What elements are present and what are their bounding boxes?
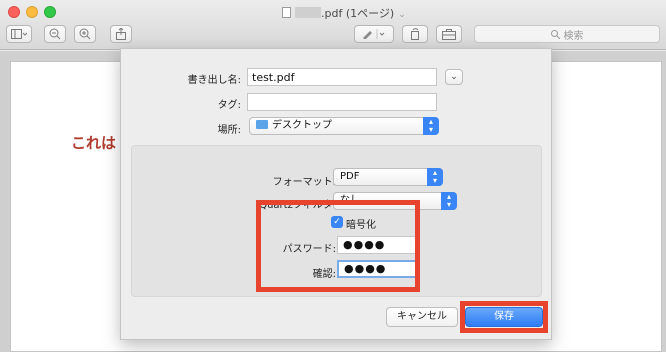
format-value: PDF xyxy=(340,171,360,182)
zoom-out-button[interactable] xyxy=(44,25,66,43)
tags-label: タグ: xyxy=(217,100,241,111)
redacted-filename xyxy=(295,7,321,18)
rotate-icon xyxy=(411,28,419,40)
search-field[interactable]: 検索 xyxy=(474,25,660,43)
zoom-window-button[interactable] xyxy=(44,6,56,18)
where-label: 場所: xyxy=(217,125,241,136)
window-title: .pdf (1ページ) ⌄ xyxy=(282,5,406,21)
popup-arrows-icon: ▴ ▾ xyxy=(427,168,443,186)
toolbox-icon xyxy=(442,28,456,40)
search-placeholder: 検索 xyxy=(563,30,584,42)
format-popup[interactable]: PDF ▴ ▾ xyxy=(333,168,443,186)
search-icon xyxy=(550,29,560,39)
sidebar-icon xyxy=(11,29,27,39)
export-as-input[interactable]: test.pdf xyxy=(247,68,437,86)
popup-arrows-icon: ▴ ▾ xyxy=(423,117,439,135)
chevron-down-icon: ⌄ xyxy=(450,72,458,82)
markup-pen-button[interactable] xyxy=(354,25,394,43)
export-sheet: 書き出し名: test.pdf ⌄ タグ: 場所: デスクトップ ▴ ▾ フォーマ… xyxy=(120,48,552,340)
minimize-window-button[interactable] xyxy=(26,6,38,18)
toolbox-button[interactable] xyxy=(436,25,462,43)
encryption-highlight-box xyxy=(256,200,420,292)
zoom-in-icon xyxy=(79,28,91,40)
share-button[interactable] xyxy=(110,25,132,43)
close-window-button[interactable] xyxy=(8,6,20,18)
zoom-in-button[interactable] xyxy=(74,25,96,43)
save-highlight-box xyxy=(460,301,548,333)
window-title-text: .pdf (1ページ) xyxy=(321,7,395,20)
tags-input[interactable] xyxy=(247,93,437,111)
cancel-button[interactable]: キャンセル xyxy=(386,307,458,327)
export-as-label: 書き出し名: xyxy=(187,75,241,86)
chevron-down-icon[interactable]: ⌄ xyxy=(398,10,406,20)
folder-icon xyxy=(256,120,268,129)
sidebar-toggle-button[interactable] xyxy=(6,25,32,43)
where-value: デスクトップ xyxy=(272,120,332,131)
pdf-document-icon xyxy=(282,7,291,18)
where-popup[interactable]: デスクトップ ▴ ▾ xyxy=(249,117,439,135)
rotate-button[interactable] xyxy=(402,25,428,43)
popup-arrows-icon: ▴ ▾ xyxy=(441,192,457,210)
page-text: これは xyxy=(71,134,117,152)
format-label: フォーマット: xyxy=(272,177,336,188)
pen-icon xyxy=(363,29,385,39)
share-icon xyxy=(116,28,126,40)
expand-dialog-button[interactable]: ⌄ xyxy=(445,69,463,85)
zoom-out-icon xyxy=(49,28,61,40)
window-titlebar: .pdf (1ページ) ⌄ 検索 xyxy=(0,0,666,50)
